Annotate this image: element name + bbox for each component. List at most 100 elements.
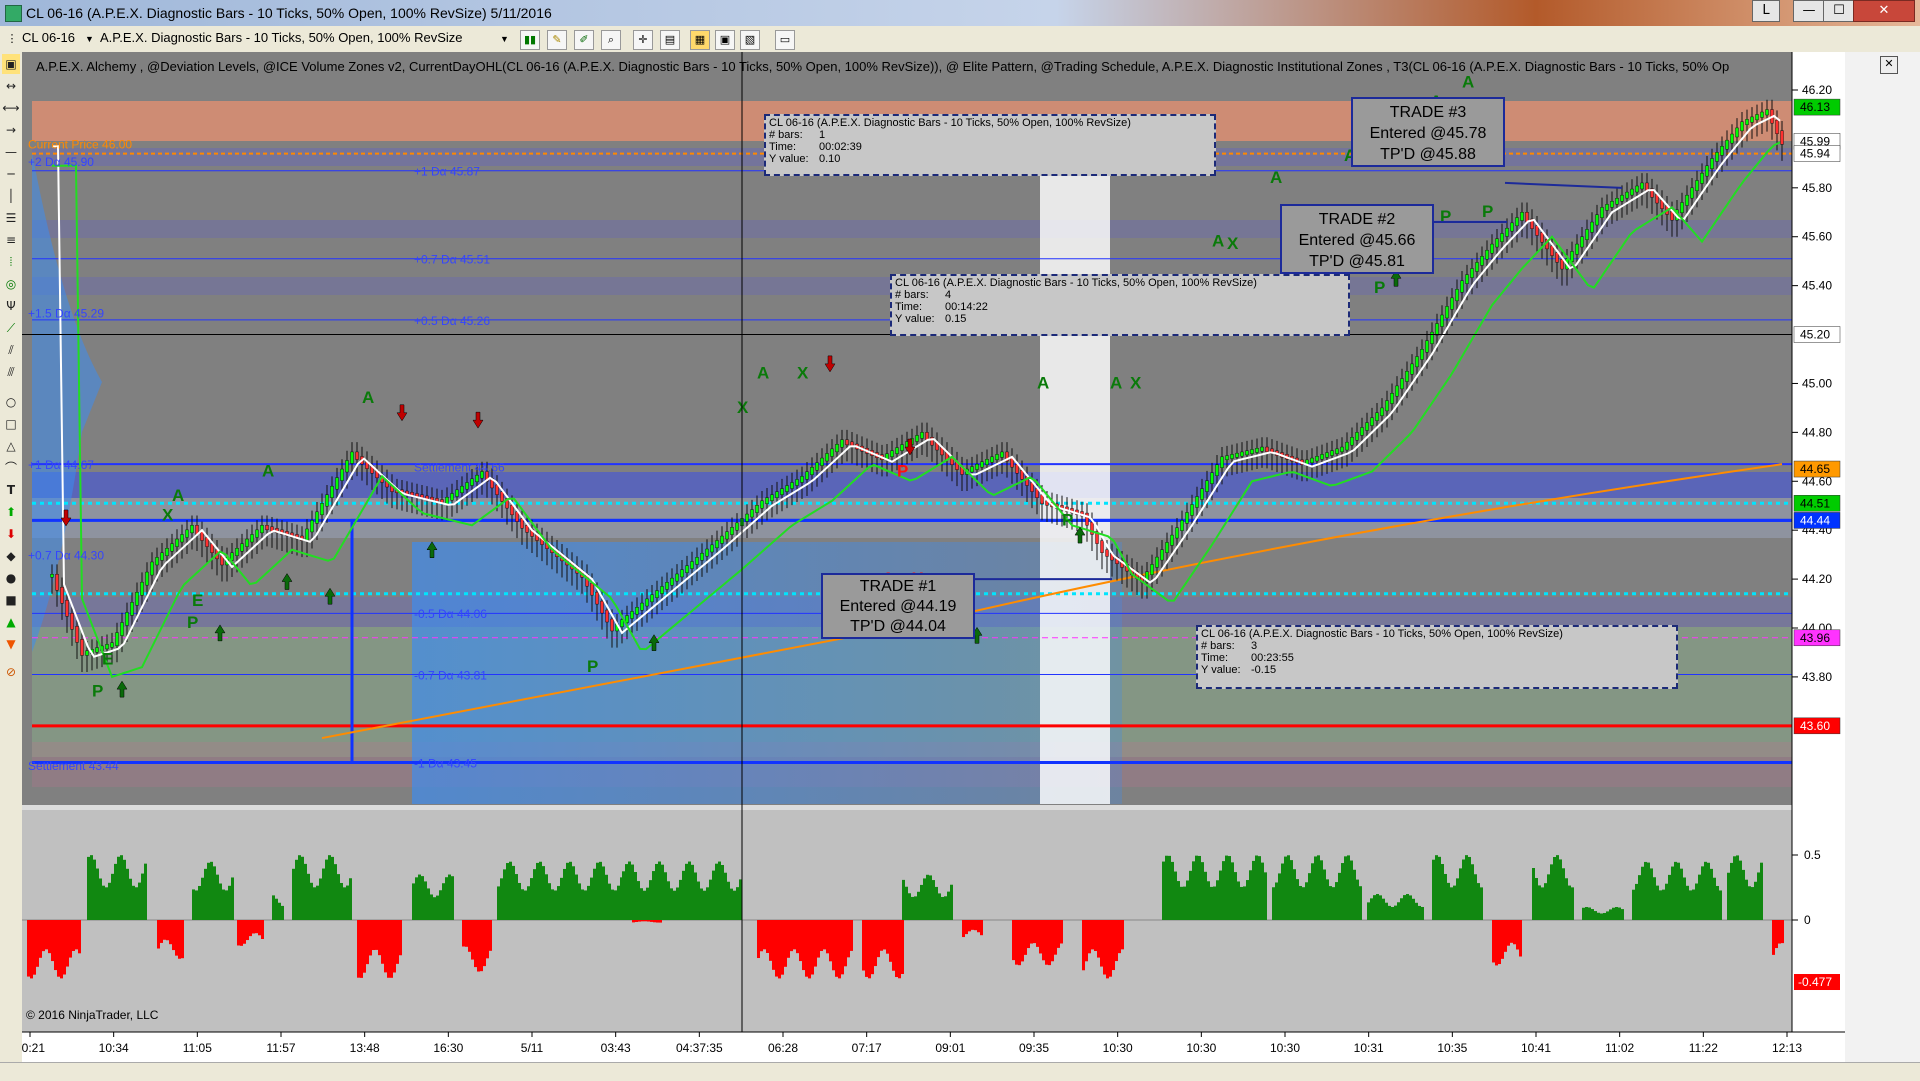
osc-bar [581, 889, 584, 920]
triangle-up-icon[interactable]: ▲ [2, 612, 20, 632]
price-marker-label: 45.20 [1800, 328, 1830, 342]
layout-button[interactable]: L [1752, 0, 1780, 22]
andrews-pitchfork-icon[interactable]: Ψ [2, 296, 20, 316]
arc-icon[interactable]: ⌒ [2, 458, 20, 478]
osc-bar [790, 920, 793, 952]
triangle-icon[interactable]: △ [2, 436, 20, 456]
price-bar [1310, 457, 1314, 464]
regression-channel-icon[interactable]: ⫽ [2, 340, 20, 360]
price-bar [795, 479, 799, 486]
osc-bar [646, 887, 649, 920]
osc-bar [1495, 920, 1498, 966]
price-axis-label: 45.00 [1802, 376, 1832, 390]
trend-channel-icon[interactable]: ⫻ [2, 362, 20, 382]
time-axis-label: 10:30 [1186, 1041, 1216, 1055]
price-bar [1425, 340, 1429, 353]
diamond-icon[interactable]: ◆ [2, 546, 20, 566]
price-bar [600, 600, 604, 614]
properties-icon[interactable]: ▤ [660, 30, 680, 50]
osc-bar [1234, 872, 1237, 920]
osc-bar [599, 861, 602, 920]
osc-bar [381, 920, 384, 964]
fibonacci-icon[interactable]: ≡ [2, 230, 20, 250]
signal-letter: X [1227, 234, 1239, 253]
ellipse-icon[interactable]: ○ [2, 392, 20, 412]
drawing-tools-icon[interactable]: ✎ [547, 30, 567, 50]
pen-icon[interactable]: ✐ [574, 30, 594, 50]
text-icon[interactable]: T [2, 480, 20, 500]
panel-separator[interactable] [22, 805, 1845, 810]
hline-set-icon[interactable]: ☰ [2, 208, 20, 228]
dot-icon[interactable]: ● [2, 568, 20, 588]
instrument-selector[interactable]: CL 06-16 [22, 30, 75, 45]
rectangle-icon[interactable]: □ [2, 414, 20, 434]
chart-style-icon[interactable]: ▮▮ [520, 30, 540, 50]
close-button[interactable]: ✕ [1853, 0, 1915, 22]
menu-icon[interactable]: ⋮ [3, 30, 21, 48]
arrow-line-icon[interactable]: ↔ [2, 76, 20, 96]
price-bar [1155, 556, 1159, 568]
osc-bar [72, 920, 75, 952]
fib-extension-icon[interactable]: ⦙ [2, 252, 20, 272]
price-bar [1765, 109, 1769, 116]
osc-bar [471, 920, 474, 960]
osc-bar [1249, 870, 1252, 920]
osc-bar [874, 920, 877, 967]
ray-icon[interactable]: → [2, 120, 20, 140]
bar-type-dropdown-icon[interactable]: ▼ [500, 34, 509, 44]
data-box-icon[interactable]: ▭ [775, 30, 795, 50]
osc-bar [509, 861, 512, 920]
vertical-line-icon[interactable]: │ [2, 186, 20, 206]
price-axis-background [1792, 52, 1845, 1032]
price-bar [1415, 356, 1419, 368]
title-bar: CL 06-16 (A.P.E.X. Diagnostic Bars - 10 … [0, 0, 1920, 26]
osc-bar [605, 874, 608, 920]
arrow-down-icon[interactable]: ⬇ [2, 524, 20, 544]
line-icon[interactable]: — [2, 142, 20, 162]
strategies-icon[interactable]: ▣ [715, 30, 735, 50]
osc-bar [1635, 883, 1638, 920]
osc-bar [1162, 861, 1165, 920]
osc-bar [944, 896, 947, 920]
osc-bar [108, 882, 111, 920]
osc-bar [181, 920, 184, 959]
osc-bar [1296, 879, 1299, 920]
triangle-down-icon[interactable]: ▼ [2, 634, 20, 654]
indicators-icon[interactable]: ▦ [690, 30, 710, 50]
price-bar [1165, 542, 1169, 553]
zoom-icon[interactable]: ⌕ [601, 30, 621, 50]
osc-bar [1376, 894, 1379, 920]
osc-bar [527, 886, 530, 920]
price-bar [800, 476, 804, 483]
fib-time-icon[interactable]: ◎ [2, 274, 20, 294]
osc-bar [892, 920, 895, 971]
pointer-icon[interactable]: ▣ [2, 54, 20, 74]
price-bar [1400, 378, 1404, 390]
arrow-up-icon[interactable]: ⬆ [2, 502, 20, 522]
osc-bar [278, 902, 281, 920]
osc-bar [650, 920, 653, 922]
osc-bar [935, 886, 938, 920]
minimize-button[interactable]: — [1793, 0, 1825, 22]
price-bar [1465, 274, 1469, 284]
crosshair-icon[interactable]: ✛ [633, 30, 653, 50]
signal-letter: A [1430, 92, 1442, 111]
level-label: Settlement 43.44 [28, 759, 119, 773]
instrument-dropdown-icon[interactable]: ▼ [85, 34, 94, 44]
maximize-button[interactable]: ☐ [1823, 0, 1855, 22]
osc-bar [442, 883, 445, 920]
osc-bar [736, 887, 739, 920]
osc-bar [653, 920, 656, 923]
close-icon[interactable]: ✕ [1880, 56, 1898, 74]
osc-bar [281, 905, 284, 920]
price-chart[interactable]: AAAXEPEPA XXPA XPA A XPA XAEPA XA XAP PPEE Curre… [22, 52, 1845, 1062]
bar-type-selector[interactable]: A.P.E.X. Diagnostic Bars - 10 Ticks, 50%… [100, 30, 463, 45]
extended-line-icon[interactable]: ⟷ [2, 98, 20, 118]
price-bar [455, 489, 459, 497]
horizontal-line-icon[interactable]: ─ [2, 164, 20, 184]
osc-bar [1501, 920, 1504, 959]
square-icon[interactable]: ■ [2, 590, 20, 610]
remove-drawings-icon[interactable]: ⊘ [2, 662, 20, 682]
templates-icon[interactable]: ▧ [740, 30, 760, 50]
gann-fan-icon[interactable]: ⟋ [2, 318, 20, 338]
